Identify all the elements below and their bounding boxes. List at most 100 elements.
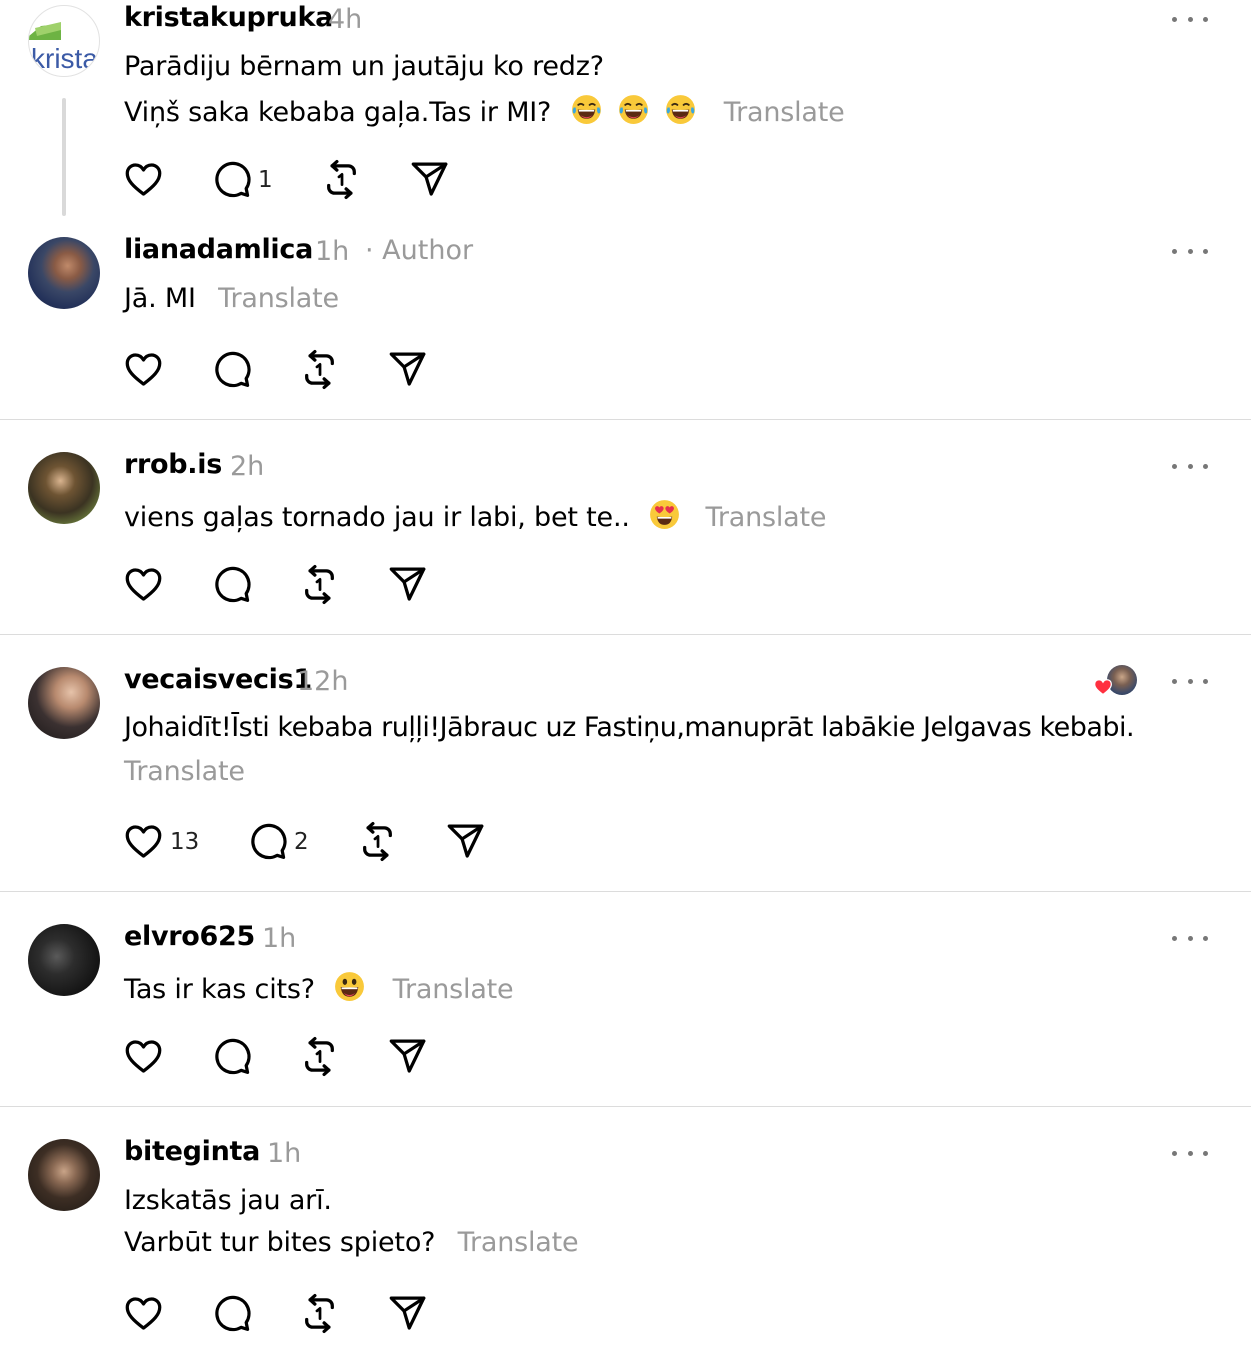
more-options-button[interactable] bbox=[1172, 459, 1208, 473]
post-text: Jā. MI bbox=[124, 283, 196, 314]
repost-icon bbox=[299, 1293, 340, 1334]
avatar[interactable] bbox=[28, 924, 100, 996]
translate-link[interactable]: Translate bbox=[458, 1227, 579, 1258]
divider bbox=[0, 891, 1251, 892]
timestamp[interactable]: 1h bbox=[267, 1138, 301, 1169]
username[interactable]: vecaisvecis1 bbox=[124, 664, 312, 695]
reply-count: 2 bbox=[294, 828, 309, 855]
username[interactable]: kristakupruka bbox=[124, 2, 333, 33]
repost-button[interactable] bbox=[357, 821, 398, 862]
reply-count: 1 bbox=[258, 166, 273, 193]
post-text: Tas ir kas cits? bbox=[124, 974, 315, 1005]
avatar[interactable] bbox=[28, 1139, 100, 1211]
share-button[interactable] bbox=[387, 1036, 428, 1077]
username[interactable]: rrob.is bbox=[124, 449, 222, 480]
avatar[interactable] bbox=[28, 667, 100, 739]
more-horizontal-icon bbox=[1172, 16, 1177, 22]
reply-button[interactable] bbox=[211, 564, 252, 605]
post-text-line: Parādiju bērnam un jautāju ko redz? bbox=[124, 51, 604, 82]
heart-icon bbox=[123, 159, 164, 200]
heart-filled-icon bbox=[1094, 679, 1112, 696]
dot bbox=[1187, 1150, 1193, 1156]
heart-icon bbox=[123, 1293, 164, 1334]
post-text-line: Izskatās jau arī. bbox=[124, 1185, 332, 1216]
like-button[interactable] bbox=[123, 1036, 164, 1077]
post-text-line-2: Viņš saka kebaba gaļa.Tas ir MI? Transla… bbox=[124, 93, 845, 128]
translate-link[interactable]: Translate bbox=[706, 502, 827, 533]
repost-button[interactable] bbox=[299, 564, 340, 605]
reply-button[interactable]: 2 bbox=[247, 821, 309, 862]
timestamp[interactable]: 1h bbox=[315, 236, 349, 267]
dot bbox=[1187, 248, 1193, 254]
thread-line bbox=[62, 98, 66, 216]
translate-link[interactable]: Translate bbox=[218, 283, 339, 314]
share-button[interactable] bbox=[387, 1293, 428, 1334]
repost-button[interactable] bbox=[321, 159, 362, 200]
share-button[interactable] bbox=[445, 821, 486, 862]
username[interactable]: biteginta bbox=[124, 1136, 260, 1167]
more-options-button[interactable] bbox=[1172, 1146, 1208, 1160]
dot bbox=[1203, 16, 1208, 22]
more-options-button[interactable] bbox=[1172, 931, 1208, 945]
post-text-line: Jā. MI Translate bbox=[124, 283, 339, 314]
post-text: Varbūt tur bites spieto? bbox=[124, 1227, 436, 1258]
more-horizontal-icon bbox=[1172, 678, 1177, 684]
username[interactable]: lianadamlica bbox=[124, 234, 313, 265]
post-text-line: Johaidīt!Īsti kebaba ruļļi!Jābrauc uz Fa… bbox=[124, 712, 1135, 743]
repost-button[interactable] bbox=[299, 1036, 340, 1077]
repost-button[interactable] bbox=[299, 349, 340, 390]
more-options-button[interactable] bbox=[1172, 674, 1208, 688]
share-button[interactable] bbox=[409, 159, 450, 200]
send-icon bbox=[387, 349, 428, 390]
comment-bubble-icon bbox=[211, 564, 252, 605]
dot bbox=[1187, 463, 1193, 469]
divider bbox=[0, 1106, 1251, 1107]
heart-icon bbox=[123, 1036, 164, 1077]
comment-bubble-icon bbox=[211, 1293, 252, 1334]
reply-button[interactable]: 1 bbox=[211, 159, 273, 200]
more-horizontal-icon bbox=[1172, 1150, 1177, 1156]
translate-link[interactable]: Translate bbox=[124, 756, 245, 787]
translate-link[interactable]: Translate bbox=[393, 974, 514, 1005]
heart-icon bbox=[123, 564, 164, 605]
more-horizontal-icon bbox=[1172, 935, 1177, 941]
share-button[interactable] bbox=[387, 349, 428, 390]
send-icon bbox=[445, 821, 486, 862]
username[interactable]: elvro625 bbox=[124, 921, 255, 952]
avatar[interactable] bbox=[28, 452, 100, 524]
like-count: 13 bbox=[170, 828, 200, 855]
translate-link[interactable]: Translate bbox=[724, 97, 845, 128]
send-icon bbox=[409, 159, 450, 200]
timestamp[interactable]: 2h bbox=[230, 451, 264, 482]
repost-button[interactable] bbox=[299, 1293, 340, 1334]
liked-by-avatars[interactable] bbox=[1093, 665, 1139, 697]
send-icon bbox=[387, 1293, 428, 1334]
comment-bubble-icon bbox=[211, 349, 252, 390]
more-options-button[interactable] bbox=[1172, 12, 1208, 26]
reply-button[interactable] bbox=[211, 1036, 252, 1077]
timestamp[interactable]: 4h bbox=[328, 4, 362, 35]
comment-bubble-icon bbox=[211, 159, 252, 200]
reply-button[interactable] bbox=[211, 349, 252, 390]
like-button[interactable]: 13 bbox=[123, 821, 199, 862]
comment-bubble-icon bbox=[247, 821, 288, 862]
like-button[interactable] bbox=[123, 349, 164, 390]
dot bbox=[1187, 678, 1193, 684]
reply-button[interactable] bbox=[211, 1293, 252, 1334]
divider bbox=[0, 419, 1251, 420]
more-horizontal-icon bbox=[1172, 248, 1177, 254]
like-button[interactable] bbox=[123, 1293, 164, 1334]
like-button[interactable] bbox=[123, 159, 164, 200]
repost-icon bbox=[299, 1036, 340, 1077]
timestamp[interactable]: 1h bbox=[262, 923, 296, 954]
timestamp[interactable]: 12h bbox=[297, 666, 348, 697]
like-button[interactable] bbox=[123, 564, 164, 605]
repost-icon bbox=[321, 159, 362, 200]
avatar[interactable]: krista bbox=[28, 5, 100, 77]
dot bbox=[1203, 935, 1208, 941]
more-options-button[interactable] bbox=[1172, 244, 1208, 258]
post-text-line-2: Varbūt tur bites spieto? Translate bbox=[124, 1227, 579, 1258]
share-button[interactable] bbox=[387, 564, 428, 605]
avatar[interactable] bbox=[28, 237, 100, 309]
divider bbox=[0, 634, 1251, 635]
